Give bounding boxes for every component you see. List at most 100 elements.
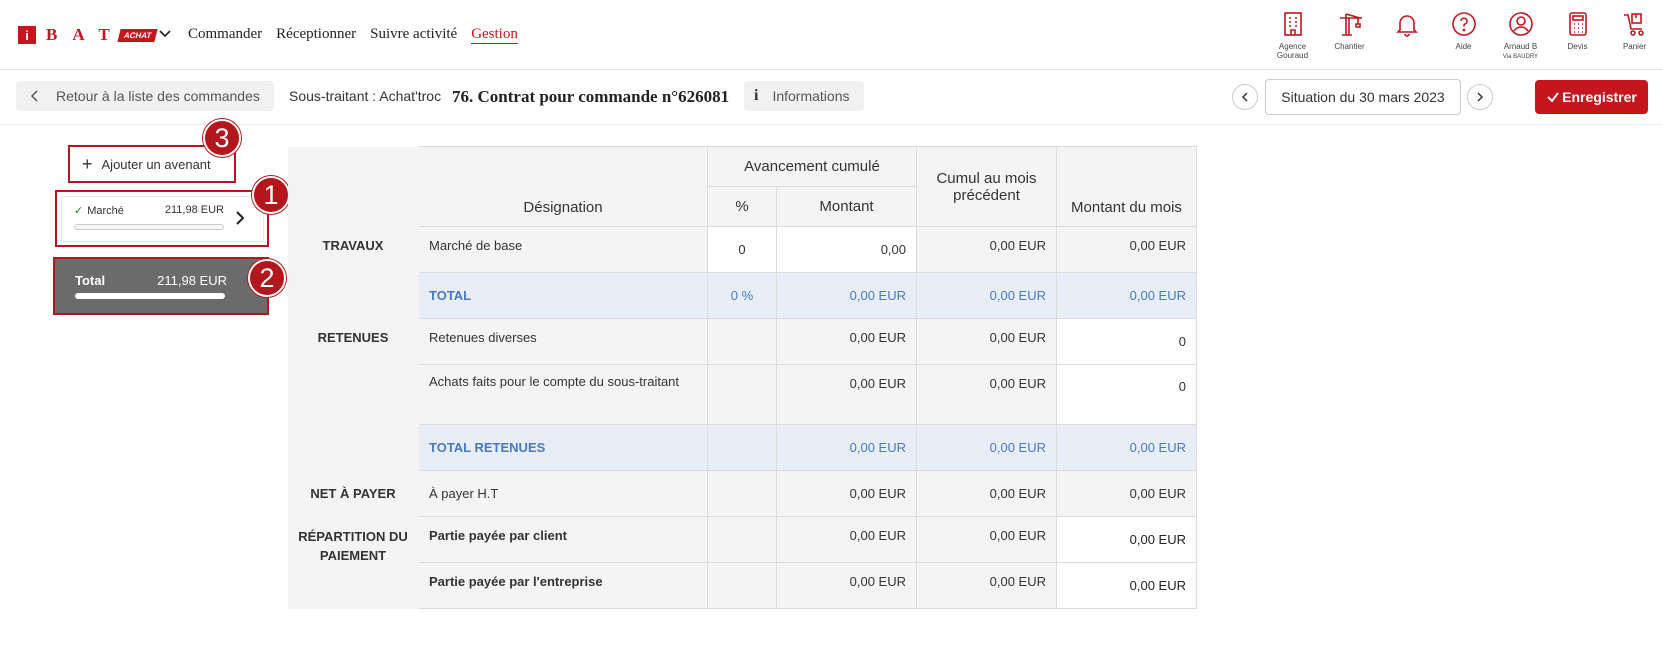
header-mois: Montant du mois [1056, 146, 1197, 227]
logo-mark: i [18, 26, 36, 44]
cell-pct-empty [707, 424, 777, 471]
tool-devis-label: Devis [1567, 42, 1588, 51]
tool-user-sub: Via BAUDRY [1502, 54, 1539, 60]
header-designation: Désignation [418, 146, 708, 227]
ibat-logo[interactable]: i BAT ACHAT [18, 25, 158, 44]
cell-cumul: 0,00 EUR [916, 562, 1057, 609]
cell-mois: 0,00 EUR [1056, 424, 1197, 471]
cell-cumul: 0,00 EUR [916, 516, 1057, 563]
tool-aide-label: Aide [1455, 42, 1472, 51]
mois-input[interactable]: 0,00 EUR [1056, 562, 1197, 609]
cart-icon [1623, 13, 1644, 36]
situation-table: Désignation Avancement cumulé Cumul au m… [287, 146, 1197, 609]
table-row-total-retenues: TOTAL RETENUES 0,00 EUR 0,00 EUR 0,00 EU… [288, 424, 1197, 471]
informations-button[interactable]: i Informations [744, 81, 864, 111]
bell-icon [1395, 15, 1418, 37]
informations-label: Informations [772, 88, 850, 104]
calculator-icon [1568, 12, 1587, 36]
cell-montant: 0,00 EUR [776, 516, 917, 563]
step-badge-1: 1 [252, 176, 290, 214]
cell-montant: 0,00 EUR [776, 318, 917, 365]
cell-montant: 0,00 EUR [776, 562, 917, 609]
main-menu: Commander Réceptionner Suivre activité G… [188, 26, 518, 44]
mois-input[interactable]: 0 [1056, 318, 1197, 365]
next-situation-button[interactable] [1467, 84, 1493, 110]
table-row: Partie payée par l'entreprise 0,00 EUR 0… [288, 562, 1197, 609]
cell-pct-empty [707, 318, 777, 365]
menu-receptionner[interactable]: Réceptionner [276, 26, 356, 44]
cell-label: Retenues diverses [418, 318, 708, 365]
header-pct: % [707, 186, 777, 227]
step-badge-3: 3 [203, 119, 241, 157]
cell-label: Partie payée par client [418, 516, 708, 563]
toolbar-icons: Agence Gouraud Chantier Aide Arnaud B Via … [1264, 10, 1663, 62]
tool-agence-label: Agence [1278, 42, 1307, 51]
chevron-left-icon [30, 90, 38, 102]
cell-mois: 0,00 EUR [1056, 470, 1197, 517]
cell-label: TOTAL RETENUES [418, 424, 708, 471]
section-travaux: TRAVAUX [287, 226, 419, 319]
building-icon [1283, 12, 1302, 36]
header-avancement: Avancement cumulé [707, 146, 917, 187]
corner-cell [287, 146, 419, 227]
table-row: RETENUES Retenues diverses 0,00 EUR 0,00… [287, 318, 1197, 471]
cell-mois: 0,00 EUR [1056, 272, 1197, 319]
tool-chantier[interactable]: Chantier [1321, 10, 1378, 62]
subcontractor-label: Sous-traitant : Achat'troc [289, 88, 442, 104]
cell-mois: 0,00 EUR [1056, 226, 1197, 273]
menu-gestion[interactable]: Gestion [471, 26, 518, 44]
highlight-frame-total [53, 257, 269, 315]
mois-input[interactable]: 0,00 EUR [1056, 516, 1197, 563]
step-badge-2: 2 [248, 259, 286, 297]
tool-panier[interactable]: Panier [1606, 10, 1663, 62]
cell-montant: 0,00 EUR [776, 272, 917, 319]
save-button[interactable]: Enregistrer [1535, 80, 1648, 114]
montant-input[interactable]: 0,00 [776, 226, 917, 273]
previous-situation-button[interactable] [1232, 84, 1258, 110]
cell-label: Partie payée par l'entreprise [418, 562, 708, 609]
header-cumul: Cumul au mois précédent [916, 146, 1057, 227]
cell-montant: 0,00 EUR [776, 470, 917, 517]
section-retenues: RETENUES [287, 318, 419, 471]
logo-text: BAT [46, 25, 125, 44]
cell-pct: 0 % [707, 272, 777, 319]
logo-achat-tag: ACHAT [117, 28, 158, 42]
save-label: Enregistrer [1562, 89, 1637, 105]
cell-label: TOTAL [418, 272, 708, 319]
info-icon: i [754, 87, 759, 104]
table-row: RÉPARTITION DU PAIEMENT Partie payée par… [287, 516, 1197, 609]
tool-agence-sub: Gouraud [1276, 51, 1309, 60]
header-montant: Montant [776, 186, 917, 227]
back-to-orders-button[interactable]: Retour à la liste des commandes [16, 81, 274, 111]
cell-cumul: 0,00 EUR [916, 272, 1057, 319]
cell-pct-empty [707, 470, 777, 517]
menu-commander[interactable]: Commander [188, 26, 262, 44]
cell-pct-empty [707, 562, 777, 609]
cell-pct-empty [707, 364, 777, 425]
pct-input[interactable]: 0 [707, 226, 777, 273]
tool-notifications[interactable] [1378, 10, 1435, 62]
tool-panier-label: Panier [1622, 42, 1647, 51]
cell-cumul: 0,00 EUR [916, 424, 1057, 471]
chevron-left-icon [1241, 92, 1248, 102]
tool-aide[interactable]: Aide [1435, 10, 1492, 62]
cell-label: Marché de base [418, 226, 708, 273]
table-row: TRAVAUX Marché de base 0 0,00 0,00 EUR 0… [287, 226, 1197, 319]
page-title: 76. Contrat pour commande n°626081 [452, 87, 730, 106]
tool-devis[interactable]: Devis [1549, 10, 1606, 62]
mois-input[interactable]: 0 [1056, 364, 1197, 425]
help-icon [1451, 12, 1476, 36]
situation-selector[interactable]: Situation du 30 mars 2023 [1265, 79, 1461, 115]
cell-cumul: 0,00 EUR [916, 364, 1057, 425]
user-icon [1508, 12, 1533, 36]
cell-montant: 0,00 EUR [776, 364, 917, 425]
tool-user[interactable]: Arnaud B Via BAUDRY [1492, 10, 1549, 62]
chevron-down-icon[interactable] [158, 27, 172, 41]
cell-label: À payer H.T [418, 470, 708, 517]
menu-suivre-activite[interactable]: Suivre activité [370, 26, 457, 44]
table-row: Achats faits pour le compte du sous-trai… [288, 364, 1197, 425]
section-net: NET À PAYER [287, 470, 419, 517]
cell-cumul: 0,00 EUR [916, 318, 1057, 365]
tool-agence[interactable]: Agence Gouraud [1264, 10, 1321, 62]
cell-label: Achats faits pour le compte du sous-trai… [418, 364, 708, 425]
